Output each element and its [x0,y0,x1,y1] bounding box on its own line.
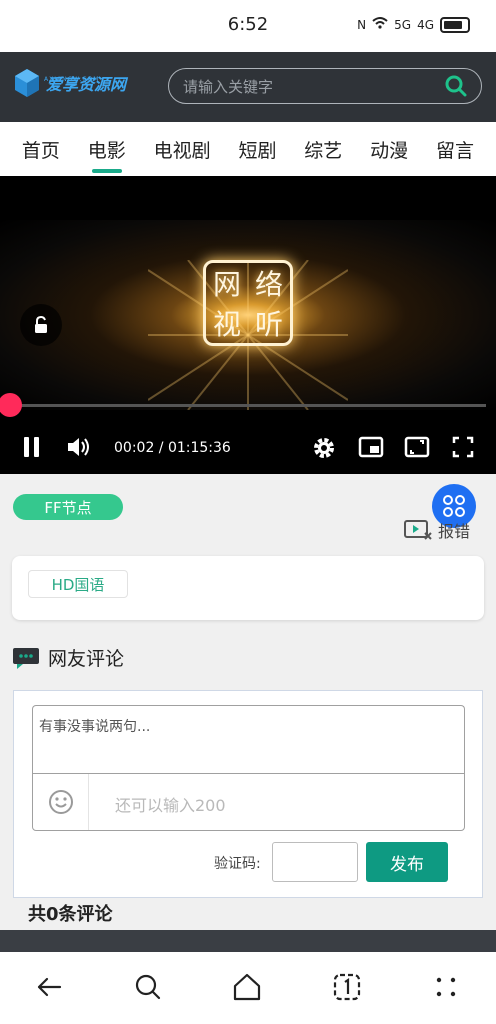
seal-char: 视 [212,308,241,341]
nav-item-home[interactable]: 首页 [18,136,64,163]
progress-bar[interactable] [10,404,486,407]
captcha-label: 验证码: [214,856,261,872]
source-node-tab[interactable]: FF节点 [13,494,123,520]
signal-5g-icon: 5G [394,17,412,32]
nfc-icon: N [357,17,367,32]
nav-item-variety[interactable]: 综艺 [300,136,346,163]
volume-icon[interactable] [66,436,92,458]
nav-item-movies[interactable]: 电影 [84,136,130,173]
report-error-button[interactable]: 报错 [403,518,470,542]
pause-icon[interactable] [22,436,42,458]
video-player[interactable]: 网 络 视 听 00:02 / 01:15:36 [0,176,496,474]
player-controls: 00:02 / 01:15:36 [0,430,496,466]
progress-handle[interactable] [0,393,23,417]
nav-item-tv-series[interactable]: 电视剧 [150,136,215,163]
search-icon [135,974,161,1000]
comment-bubble-icon [13,647,39,669]
site-header: 爱享资源网 AXIANGW.COM 请输入关键字 [0,52,496,122]
report-label: 报错 [437,522,470,541]
status-icons: N 5G 4G [357,16,470,33]
search-input[interactable]: 请输入关键字 [168,68,482,104]
nav-item-message-board[interactable]: 留言 [432,136,478,163]
comment-count: 共0条评论 [28,904,113,925]
nav-item-short-drama[interactable]: 短剧 [234,136,280,163]
fullscreen-icon[interactable] [452,436,474,458]
comments-heading: 网友评论 [12,644,124,671]
seal-char: 络 [254,268,283,301]
emoji-button[interactable] [33,774,89,830]
tabs-button[interactable] [332,972,362,1002]
tabs-count-icon [333,973,361,1001]
source-area: FF节点 报错 [0,474,496,550]
broadcast-seal-logo: 网 络 视 听 [203,260,293,346]
site-footer [0,930,496,952]
wifi-icon [372,16,388,33]
unlock-icon [35,315,47,333]
seal-char: 听 [254,308,283,341]
captcha-input[interactable] [272,842,358,882]
comment-placeholder: 有事没事说两句... [39,719,151,735]
four-dots-icon [436,977,456,997]
logo-cube-icon [15,69,39,97]
status-bar: 6:52 N 5G 4G [0,0,496,52]
seal-char: 网 [212,268,241,301]
home-button[interactable] [232,972,262,1002]
search-icon[interactable] [445,75,467,97]
episode-button[interactable]: HD国语 [28,570,128,598]
smiley-icon [48,790,73,814]
episode-list: HD国语 [12,556,484,620]
signal-4g-icon: 4G [417,17,434,32]
screen-lock-button[interactable] [20,304,62,346]
home-icon [233,973,261,1001]
back-button[interactable] [34,972,64,1002]
chars-remaining: 还可以输入200 [115,796,226,815]
back-arrow-icon [37,977,62,997]
comment-form: 有事没事说两句... 还可以输入200 验证码: 发布 [13,690,483,898]
category-nav: 首页 电影 电视剧 短剧 综艺 动漫 留言 [0,122,496,176]
logo-subtext: AXIANGW.COM [44,76,100,83]
grid-icon [443,495,465,517]
search-placeholder: 请输入关键字 [183,77,274,96]
gear-icon[interactable] [312,436,336,460]
report-video-icon [403,520,432,540]
browser-bottom-bar [0,952,496,1024]
logo-text: 爱享资源网 [46,75,127,94]
battery-icon [440,16,470,33]
comment-toolbar: 还可以输入200 [32,773,465,831]
picture-in-picture-icon[interactable] [358,436,384,458]
comments-title: 网友评论 [48,648,125,670]
search-button[interactable] [133,972,163,1002]
comment-textarea[interactable]: 有事没事说两句... [32,705,465,773]
submit-comment-button[interactable]: 发布 [366,842,448,882]
site-logo[interactable]: 爱享资源网 [14,68,126,98]
more-menu-button[interactable] [431,972,461,1002]
nav-item-anime[interactable]: 动漫 [366,136,412,163]
time-readout: 00:02 / 01:15:36 [114,440,231,456]
web-fullscreen-icon[interactable] [404,436,430,458]
